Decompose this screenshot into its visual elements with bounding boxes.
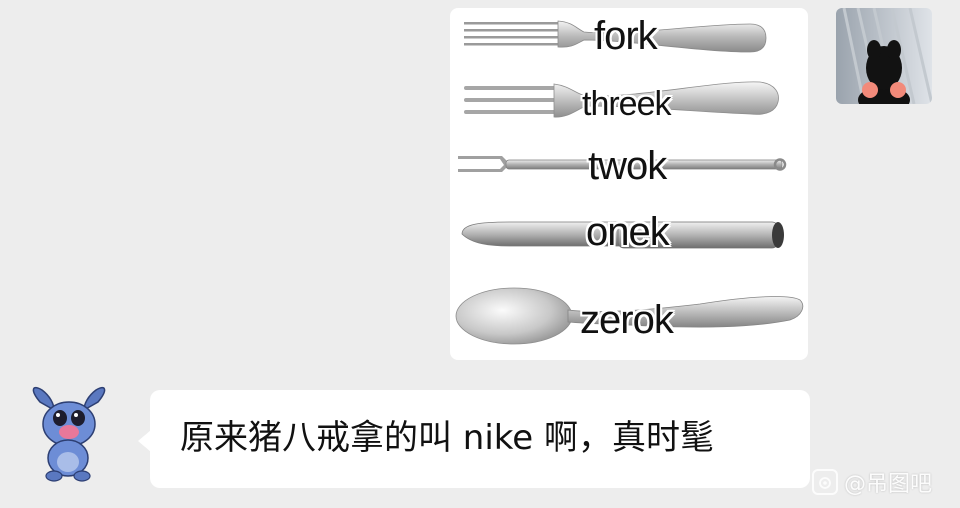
image-message-bubble[interactable]: fork threek twok onek zerok — [450, 8, 808, 360]
utensil-label: threek — [582, 85, 671, 123]
utensil-label: zerok — [580, 298, 674, 342]
utensil-row-zerok: zerok — [450, 280, 808, 352]
utensil-row-twok: twok — [450, 136, 808, 200]
watermark-text: @吊图吧 — [844, 472, 933, 497]
text-message-bubble[interactable]: 原来猪八戒拿的叫 nike 啊，真时髦 — [138, 390, 810, 488]
utensil-label: onek — [586, 210, 670, 254]
utensil-row-fork: fork — [450, 10, 808, 74]
stitch-sticker-avatar-icon — [32, 386, 106, 482]
message-text: 原来猪八戒拿的叫 nike 啊，真时髦 — [180, 418, 715, 458]
utensil-row-onek: onek — [450, 204, 808, 268]
utensil-row-threek: threek — [450, 72, 808, 136]
utensil-label: twok — [588, 144, 667, 188]
cat-plush-avatar-icon — [836, 8, 932, 104]
utensil-label: fork — [594, 14, 658, 58]
friend-avatar[interactable] — [20, 382, 120, 482]
weibo-camera-icon — [812, 469, 838, 495]
watermark: @吊图吧 — [812, 466, 932, 498]
self-avatar[interactable] — [836, 8, 932, 104]
